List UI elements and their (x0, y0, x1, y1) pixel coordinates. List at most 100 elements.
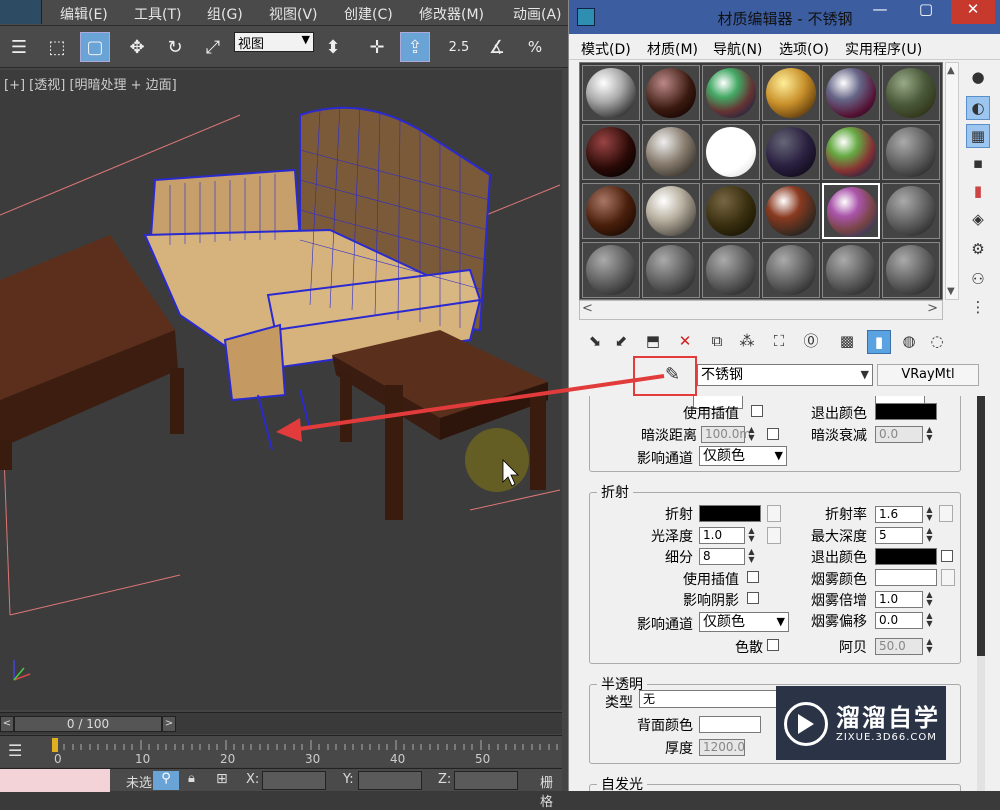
move-icon[interactable]: ✥ (122, 32, 152, 62)
material-editor-titlebar[interactable]: 材质编辑器 - 不锈钢 — ▢ ✕ (569, 0, 1000, 34)
put-material-to-scene-icon[interactable]: ⬋ (609, 330, 633, 354)
parameters-scrollbar-thumb[interactable] (977, 396, 985, 656)
menu-modes[interactable]: 模式(D) (581, 39, 631, 59)
next-frame-button[interactable]: > (162, 716, 176, 732)
parameters-scrollbar[interactable] (977, 396, 985, 791)
menu-edit[interactable]: 编辑(E) (60, 4, 108, 24)
menu-navigation[interactable]: 导航(N) (713, 39, 762, 59)
select-by-material-icon[interactable]: ⚇ (966, 268, 990, 292)
max-logo[interactable] (0, 0, 42, 24)
scroll-up-icon[interactable]: ▲ (947, 65, 955, 76)
material-slot[interactable] (702, 242, 760, 298)
material-slot[interactable] (702, 183, 760, 239)
refract-affect-channels-dropdown[interactable]: 仅颜色 ▼ (699, 612, 789, 632)
material-slot[interactable] (582, 183, 640, 239)
refract-exit-color-swatch[interactable] (875, 548, 937, 565)
max-depth-spinner-icon[interactable]: ▲ ▼ (925, 527, 934, 544)
isolate-selection-icon[interactable]: ⚲ (153, 771, 179, 790)
snap-toggle-icon[interactable]: 2.5 (444, 32, 474, 62)
ior-field[interactable]: 1.6 (875, 506, 923, 523)
menu-view[interactable]: 视图(V) (269, 4, 318, 24)
glossiness-spinner-icon[interactable]: ▲ ▼ (747, 527, 756, 544)
scroll-left-icon[interactable]: < (582, 301, 593, 316)
material-slot[interactable] (822, 183, 880, 239)
options-icon[interactable]: ⚙ (966, 238, 990, 262)
glossiness-field[interactable]: 1.0 (699, 527, 745, 544)
get-material-icon[interactable]: ⬊ (583, 330, 607, 354)
material-id-channel-icon[interactable]: ⓪ (799, 330, 823, 354)
maximize-icon[interactable]: ▢ (911, 0, 941, 24)
menu-options[interactable]: 选项(O) (779, 39, 829, 59)
viewport-label[interactable]: [+] [透视] [明暗处理 + 边面] (4, 74, 177, 93)
back-color-swatch[interactable] (699, 716, 761, 733)
material-name-field[interactable]: 不锈钢 ▼ (697, 364, 873, 386)
rect-region-icon[interactable]: ⬚ (42, 32, 72, 62)
material-slot[interactable] (702, 65, 760, 121)
maxscript-listener[interactable] (0, 769, 110, 792)
prev-frame-button[interactable]: < (0, 716, 14, 732)
x-coordinate-field[interactable] (262, 771, 326, 790)
material-slot[interactable] (882, 183, 940, 239)
mini-curve-editor-icon[interactable]: ☰ (8, 741, 30, 763)
refract-use-interp-checkbox[interactable] (747, 571, 759, 583)
fog-bias-field[interactable]: 0.0 (875, 612, 923, 629)
reference-coordinate-select[interactable]: 视图 ▼ (234, 32, 314, 52)
sample-type-icon[interactable]: ● (966, 66, 990, 90)
absolute-mode-icon[interactable]: ⊞ (216, 771, 236, 790)
rotate-icon[interactable]: ↻ (160, 32, 190, 62)
dispersion-checkbox[interactable] (767, 639, 779, 651)
angle-snap-icon[interactable]: ∡ (482, 32, 512, 62)
affect-shadows-checkbox[interactable] (747, 592, 759, 604)
z-coordinate-field[interactable] (454, 771, 518, 790)
scroll-down-icon[interactable]: ▼ (947, 286, 955, 297)
material-slot[interactable] (822, 242, 880, 298)
max-depth-field[interactable]: 5 (875, 527, 923, 544)
make-material-copy-icon[interactable]: ⧉ (705, 330, 729, 354)
percent-snap-icon[interactable]: % (520, 32, 550, 62)
abbe-spinner-icon[interactable]: ▲ ▼ (925, 638, 934, 655)
track-bar[interactable]: ☰ 0 10 20 30 40 50 (0, 735, 562, 767)
menu-material[interactable]: 材质(M) (647, 39, 698, 59)
sample-slots-vertical-scrollbar[interactable]: ▼ ▲ (945, 62, 959, 300)
dim-distance-checkbox[interactable] (767, 428, 779, 440)
show-end-result-icon[interactable]: ▮ (867, 330, 891, 354)
make-preview-icon[interactable]: ◈ (966, 208, 990, 232)
material-slot[interactable] (762, 65, 820, 121)
fog-multiplier-spinner-icon[interactable]: ▲ ▼ (925, 591, 934, 608)
menu-modifiers[interactable]: 修改器(M) (419, 4, 484, 24)
put-to-library-icon[interactable]: ⛶ (767, 330, 791, 354)
fog-color-swatch[interactable] (875, 569, 937, 586)
background-icon[interactable]: ▦ (966, 124, 990, 148)
material-slot[interactable] (702, 124, 760, 180)
material-slot[interactable] (882, 242, 940, 298)
menu-tools[interactable]: 工具(T) (134, 4, 181, 24)
menu-utilities[interactable]: 实用程序(U) (845, 39, 922, 59)
ior-spinner-icon[interactable]: ▲ ▼ (925, 506, 934, 523)
glossiness-map-button[interactable] (767, 527, 781, 544)
perspective-viewport[interactable]: [+] [透视] [明暗处理 + 边面] (0, 70, 562, 710)
backlight-icon[interactable]: ◐ (966, 96, 990, 120)
go-to-parent-icon[interactable]: ◍ (897, 330, 921, 354)
material-type-button[interactable]: VRayMtl (877, 364, 979, 386)
scale-icon[interactable]: ⤢ (198, 32, 228, 62)
lock-icon[interactable]: 🔒︎ (188, 771, 206, 790)
material-slot[interactable] (642, 124, 700, 180)
dim-distance-spinner-icon[interactable]: ▲ ▼ (747, 426, 756, 443)
dim-distance-field[interactable]: 100.0m (701, 426, 751, 443)
menu-group[interactable]: 组(G) (207, 4, 243, 24)
material-map-navigator-icon[interactable]: ⋮ (966, 296, 990, 320)
material-slot[interactable] (582, 65, 640, 121)
refract-map-button[interactable] (767, 505, 781, 522)
fog-color-map-button[interactable] (941, 569, 955, 586)
dim-falloff-field[interactable]: 0.0 (875, 426, 923, 443)
close-icon[interactable]: ✕ (951, 0, 995, 24)
reflect-affect-channels-dropdown[interactable]: 仅颜色 ▼ (699, 446, 787, 466)
assign-material-icon[interactable]: ⬒ (641, 330, 665, 354)
minimize-icon[interactable]: — (865, 0, 895, 24)
menu-create[interactable]: 创建(C) (344, 4, 393, 24)
show-shaded-material-icon[interactable]: ▩ (835, 330, 859, 354)
material-slot[interactable] (582, 124, 640, 180)
subdivs-field[interactable]: 8 (699, 548, 745, 565)
refract-exit-color-checkbox[interactable] (941, 550, 953, 562)
go-forward-to-sibling-icon[interactable]: ◌ (925, 330, 949, 354)
